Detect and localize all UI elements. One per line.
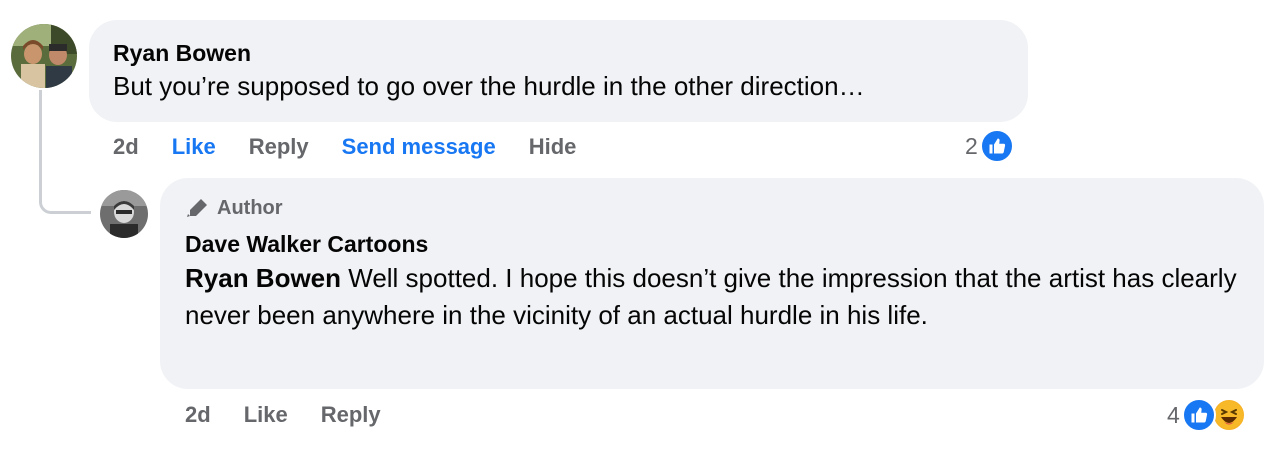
reply-text: Well spotted. I hope this doesn’t give t… xyxy=(185,263,1237,330)
like-icon xyxy=(1181,398,1216,432)
comment-bubble: Ryan Bowen But you’re supposed to go ove… xyxy=(89,20,1028,122)
comment-author-name[interactable]: Ryan Bowen xyxy=(113,38,1004,68)
send-message-button[interactable]: Send message xyxy=(342,134,496,160)
reply-reply-button[interactable]: Reply xyxy=(321,402,381,428)
reply-actions: 2d Like Reply xyxy=(185,400,414,430)
mention-link[interactable]: Ryan Bowen xyxy=(185,263,341,293)
author-badge: Author xyxy=(185,194,1240,222)
commenter-avatar[interactable] xyxy=(11,24,77,88)
pencil-icon xyxy=(187,199,207,217)
reply-text-container: Ryan Bowen Well spotted. I hope this doe… xyxy=(185,260,1245,334)
reply-author-name[interactable]: Dave Walker Cartoons xyxy=(185,229,1240,259)
comment-timestamp[interactable]: 2d xyxy=(113,134,139,160)
commenter-avatar-photo xyxy=(11,24,77,88)
reply-bubble: Author Dave Walker Cartoons Ryan Bowen W… xyxy=(160,178,1264,389)
haha-icon xyxy=(1211,398,1246,432)
reply-author-avatar-photo xyxy=(100,190,148,238)
comment-reaction-count: 2 xyxy=(965,132,978,159)
comment-text: But you’re supposed to go over the hurdl… xyxy=(113,71,865,101)
like-icon xyxy=(979,129,1014,163)
author-badge-label: Author xyxy=(217,196,283,219)
reply-reaction-count: 4 xyxy=(1167,401,1180,428)
hide-button[interactable]: Hide xyxy=(529,134,577,160)
comment-reactions[interactable]: 2 xyxy=(965,128,1014,164)
thread-connector xyxy=(39,90,91,214)
reply-like-button[interactable]: Like xyxy=(244,402,288,428)
comment-actions: 2d Like Reply Send message Hide xyxy=(113,132,609,162)
comment-like-button[interactable]: Like xyxy=(172,134,216,160)
reply-author-avatar[interactable] xyxy=(100,190,148,238)
reply-timestamp[interactable]: 2d xyxy=(185,402,211,428)
reply-reactions[interactable]: 4 xyxy=(1167,396,1246,434)
comment-reply-button[interactable]: Reply xyxy=(249,134,309,160)
